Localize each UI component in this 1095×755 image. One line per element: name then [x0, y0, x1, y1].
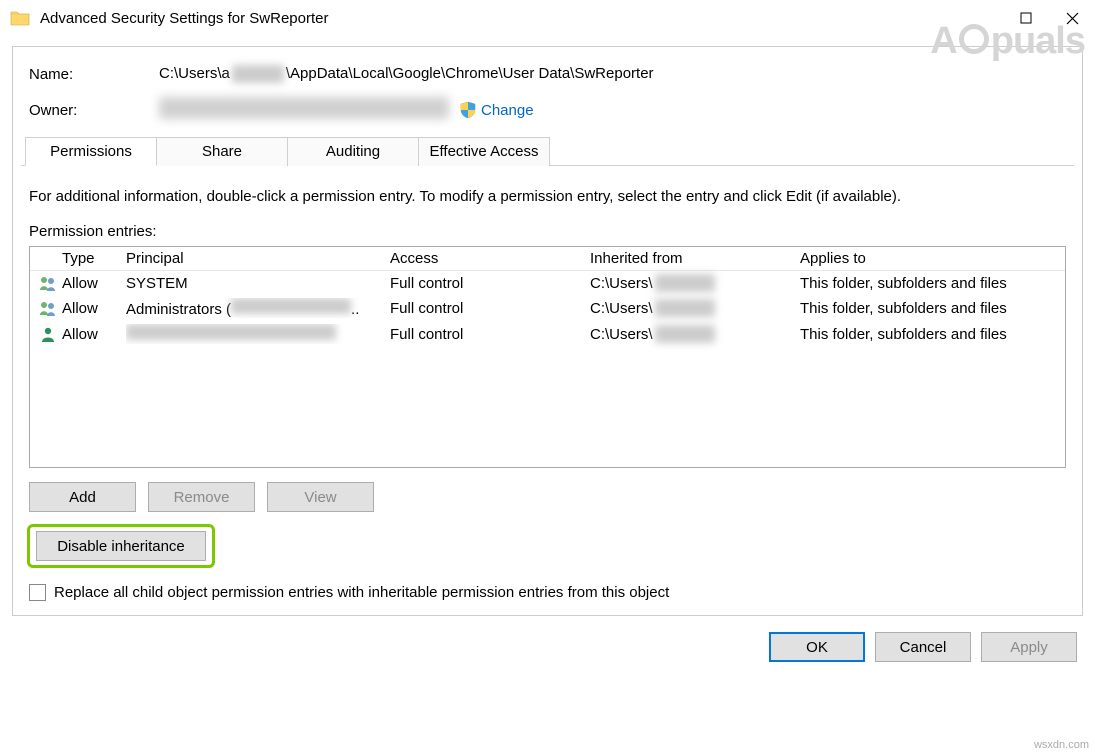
tab-effective-access[interactable]: Effective Access: [418, 137, 550, 166]
entry-principal: Administrators (..: [126, 298, 390, 318]
tab-share[interactable]: Share: [156, 137, 288, 166]
redacted-text: [655, 325, 715, 343]
entries-label: Permission entries:: [29, 223, 1066, 240]
col-applies[interactable]: Applies to: [800, 250, 1065, 267]
entry-inherited: C:\Users\: [590, 299, 800, 317]
replace-child-checkbox[interactable]: [29, 584, 46, 601]
entry-applies: This folder, subfolders and files: [800, 300, 1065, 317]
window-title: Advanced Security Settings for SwReporte…: [40, 10, 1003, 27]
owner-label: Owner:: [29, 102, 159, 119]
entry-type: Allow: [62, 300, 126, 317]
tab-permissions[interactable]: Permissions: [25, 137, 157, 166]
group-icon: [34, 300, 62, 316]
redacted-text: [159, 97, 449, 119]
cancel-button[interactable]: Cancel: [875, 632, 971, 662]
name-label: Name:: [29, 66, 159, 83]
tab-bar: Permissions Share Auditing Effective Acc…: [25, 137, 1074, 166]
group-icon: [34, 275, 62, 291]
name-value: C:\Users\a\AppData\Local\Google\Chrome\U…: [159, 65, 1070, 83]
entry-inherited: C:\Users\: [590, 325, 800, 343]
replace-child-row: Replace all child object permission entr…: [29, 584, 1074, 601]
remove-button[interactable]: Remove: [148, 482, 255, 512]
add-button[interactable]: Add: [29, 482, 136, 512]
col-inherited[interactable]: Inherited from: [590, 250, 800, 267]
apply-button[interactable]: Apply: [981, 632, 1077, 662]
entry-inherited: C:\Users\: [590, 274, 800, 292]
entry-type: Allow: [62, 326, 126, 343]
redacted-text: [126, 324, 336, 340]
ok-button[interactable]: OK: [769, 632, 865, 662]
col-principal[interactable]: Principal: [126, 250, 390, 267]
user-icon: [34, 326, 62, 342]
change-owner-link[interactable]: Change: [481, 102, 534, 119]
watermark-text: wsxdn.com: [1034, 739, 1089, 751]
folder-icon: [10, 8, 30, 28]
owner-row: Owner: Change: [29, 97, 1070, 123]
uac-shield-icon: [459, 101, 477, 119]
permission-entries-list[interactable]: Type Principal Access Inherited from App…: [29, 246, 1066, 468]
entry-access: Full control: [390, 300, 590, 317]
entry-applies: This folder, subfolders and files: [800, 275, 1065, 292]
entry-applies: This folder, subfolders and files: [800, 326, 1065, 343]
redacted-text: [232, 65, 284, 83]
tab-auditing[interactable]: Auditing: [287, 137, 419, 166]
col-type[interactable]: Type: [62, 250, 126, 267]
replace-child-label: Replace all child object permission entr…: [54, 584, 669, 601]
entry-principal: [126, 324, 390, 344]
col-access[interactable]: Access: [390, 250, 590, 267]
instruction-text: For additional information, double-click…: [29, 188, 1066, 205]
redacted-text: [655, 299, 715, 317]
dialog-footer: OK Cancel Apply: [0, 624, 1095, 662]
permission-entry[interactable]: Allow Administrators (.. Full control C:…: [30, 295, 1065, 321]
permission-entry[interactable]: Allow Full control C:\Users\ This folder…: [30, 321, 1065, 347]
entry-access: Full control: [390, 326, 590, 343]
entry-type: Allow: [62, 275, 126, 292]
maximize-button[interactable]: [1003, 3, 1049, 33]
redacted-text: [655, 274, 715, 292]
entry-buttons: Add Remove View: [29, 482, 1066, 512]
main-panel: Name: C:\Users\a\AppData\Local\Google\Ch…: [12, 46, 1083, 616]
view-button[interactable]: View: [267, 482, 374, 512]
disable-inheritance-button[interactable]: Disable inheritance: [36, 531, 206, 561]
permission-entry[interactable]: Allow SYSTEM Full control C:\Users\ This…: [30, 271, 1065, 295]
entry-access: Full control: [390, 275, 590, 292]
name-row: Name: C:\Users\a\AppData\Local\Google\Ch…: [29, 65, 1070, 83]
highlight-annotation: Disable inheritance: [27, 524, 215, 568]
titlebar: Advanced Security Settings for SwReporte…: [0, 0, 1095, 36]
entries-header[interactable]: Type Principal Access Inherited from App…: [30, 247, 1065, 271]
owner-value: [159, 97, 459, 123]
close-button[interactable]: [1049, 3, 1095, 33]
entry-principal: SYSTEM: [126, 275, 390, 292]
redacted-text: [231, 298, 351, 314]
